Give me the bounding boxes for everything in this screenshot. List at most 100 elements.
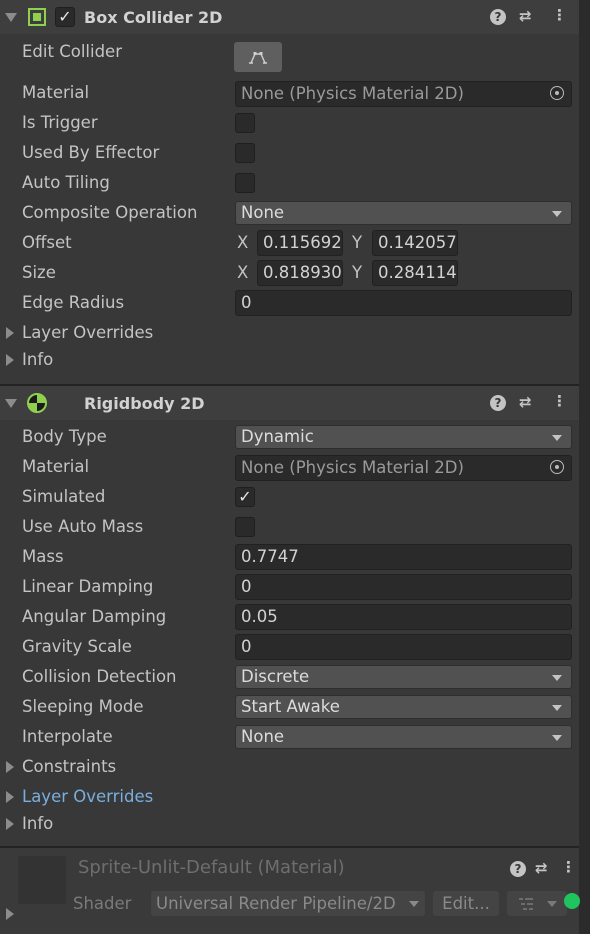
status-indicator-icon	[564, 893, 580, 909]
box-collider-icon	[28, 8, 46, 26]
composite-operation-dropdown[interactable]: None	[235, 201, 572, 225]
shader-label: Shader	[73, 894, 132, 913]
sleeping-mode-dropdown[interactable]: Start Awake	[235, 695, 572, 719]
layer-overrides-foldout[interactable]: Layer Overrides	[22, 787, 153, 806]
expand-arrow-icon[interactable]	[6, 908, 14, 920]
linear-damping-input[interactable]: 0	[235, 574, 572, 600]
gravity-scale-label: Gravity Scale	[22, 637, 132, 656]
rigidbody-icon	[27, 393, 47, 413]
material-object-field[interactable]: None (Physics Material 2D)	[235, 455, 572, 481]
constraints-foldout[interactable]: Constraints	[22, 757, 116, 776]
size-y-input[interactable]: 0.284114	[372, 260, 458, 286]
help-icon[interactable]: ?	[490, 395, 506, 411]
chevron-down-icon	[547, 901, 557, 907]
box-collider-header[interactable]: ✓ Box Collider 2D ? ⇄ ⋮	[0, 0, 579, 34]
info-foldout[interactable]: Info	[22, 814, 53, 833]
size-y-label[interactable]: Y	[352, 263, 362, 282]
shader-options-dropdown[interactable]	[507, 891, 567, 916]
expand-arrow-icon[interactable]	[6, 327, 14, 339]
size-x-input[interactable]: 0.818930	[257, 260, 343, 286]
rigidbody-title: Rigidbody 2D	[84, 394, 205, 413]
expand-arrow-icon[interactable]	[6, 818, 14, 830]
list-icon	[519, 898, 533, 910]
expand-arrow-icon[interactable]	[6, 354, 14, 366]
composite-operation-label: Composite Operation	[22, 203, 198, 222]
used-by-effector-checkbox[interactable]	[235, 143, 255, 163]
interpolate-value: None	[241, 727, 285, 746]
shader-value: Universal Render Pipeline/2D	[156, 894, 396, 913]
box-collider-enabled-checkbox[interactable]: ✓	[55, 7, 75, 27]
chevron-down-icon	[552, 435, 562, 441]
material-label: Material	[22, 83, 90, 102]
shader-dropdown[interactable]: Universal Render Pipeline/2D	[151, 891, 425, 916]
edit-collider-label: Edit Collider	[22, 42, 122, 61]
chevron-down-icon	[552, 675, 562, 681]
edge-radius-label: Edge Radius	[22, 293, 125, 312]
offset-x-input[interactable]: 0.115692	[257, 230, 343, 256]
material-value: None (Physics Material 2D)	[241, 84, 464, 103]
object-picker-icon[interactable]	[550, 460, 564, 474]
body-type-label: Body Type	[22, 427, 107, 446]
collision-detection-dropdown[interactable]: Discrete	[235, 665, 572, 689]
offset-label: Offset	[22, 233, 72, 252]
collision-detection-value: Discrete	[241, 667, 310, 686]
edge-radius-input[interactable]: 0	[235, 290, 572, 316]
offset-y-input[interactable]: 0.142057	[372, 230, 458, 256]
material-object-field[interactable]: None (Physics Material 2D)	[235, 81, 572, 107]
help-icon[interactable]: ?	[490, 9, 506, 25]
expand-arrow-icon[interactable]	[6, 761, 14, 773]
edit-collider-button[interactable]	[234, 42, 282, 72]
object-picker-icon[interactable]	[550, 86, 564, 100]
angular-damping-input[interactable]: 0.05	[235, 604, 572, 630]
is-trigger-label: Is Trigger	[22, 113, 98, 132]
chevron-down-icon	[552, 211, 562, 217]
info-foldout[interactable]: Info	[22, 350, 53, 369]
sleeping-mode-label: Sleeping Mode	[22, 697, 144, 716]
linear-damping-label: Linear Damping	[22, 577, 154, 596]
context-menu-icon[interactable]: ⋮	[552, 6, 567, 24]
used-by-effector-label: Used By Effector	[22, 143, 160, 162]
material-preview-thumbnail[interactable]	[18, 856, 66, 904]
offset-x-label[interactable]: X	[237, 233, 248, 252]
angular-damping-label: Angular Damping	[22, 607, 167, 626]
auto-tiling-checkbox[interactable]	[235, 173, 255, 193]
simulated-label: Simulated	[22, 487, 106, 506]
presets-icon[interactable]: ⇄	[519, 7, 532, 25]
expand-arrow-icon[interactable]	[6, 791, 14, 803]
edit-shader-button[interactable]: Edit...	[433, 891, 499, 916]
layer-overrides-foldout[interactable]: Layer Overrides	[22, 323, 153, 342]
gravity-scale-input[interactable]: 0	[235, 634, 572, 660]
offset-y-label[interactable]: Y	[352, 233, 362, 252]
material-title: Sprite-Unlit-Default (Material)	[78, 857, 345, 878]
mass-input[interactable]: 0.7747	[235, 544, 572, 570]
use-auto-mass-checkbox[interactable]	[235, 517, 255, 537]
simulated-checkbox[interactable]: ✓	[235, 487, 255, 507]
collapse-arrow-icon[interactable]	[5, 13, 17, 22]
body-type-value: Dynamic	[241, 427, 314, 446]
chevron-down-icon	[409, 901, 419, 907]
inspector-scrollbar[interactable]	[579, 0, 590, 934]
interpolate-label: Interpolate	[22, 727, 113, 746]
presets-icon[interactable]: ⇄	[535, 859, 548, 877]
collapse-arrow-icon[interactable]	[5, 399, 17, 408]
material-value: None (Physics Material 2D)	[241, 458, 464, 477]
collision-detection-label: Collision Detection	[22, 667, 177, 686]
body-type-dropdown[interactable]: Dynamic	[235, 425, 572, 449]
use-auto-mass-label: Use Auto Mass	[22, 517, 144, 536]
size-x-label[interactable]: X	[237, 263, 248, 282]
material-section: Sprite-Unlit-Default (Material) ? ⇄ ⋮ Sh…	[0, 848, 580, 934]
interpolate-dropdown[interactable]: None	[235, 725, 572, 749]
box-collider-title: Box Collider 2D	[84, 8, 223, 27]
presets-icon[interactable]: ⇄	[519, 393, 532, 411]
composite-operation-value: None	[241, 203, 285, 222]
chevron-down-icon	[552, 735, 562, 741]
context-menu-icon[interactable]: ⋮	[561, 858, 576, 876]
help-icon[interactable]: ?	[510, 861, 526, 877]
rigidbody-header[interactable]: Rigidbody 2D ? ⇄ ⋮	[0, 386, 579, 420]
is-trigger-checkbox[interactable]	[235, 113, 255, 133]
material-label: Material	[22, 457, 90, 476]
sleeping-mode-value: Start Awake	[241, 697, 340, 716]
auto-tiling-label: Auto Tiling	[22, 173, 110, 192]
context-menu-icon[interactable]: ⋮	[552, 392, 567, 410]
size-label: Size	[22, 263, 56, 282]
